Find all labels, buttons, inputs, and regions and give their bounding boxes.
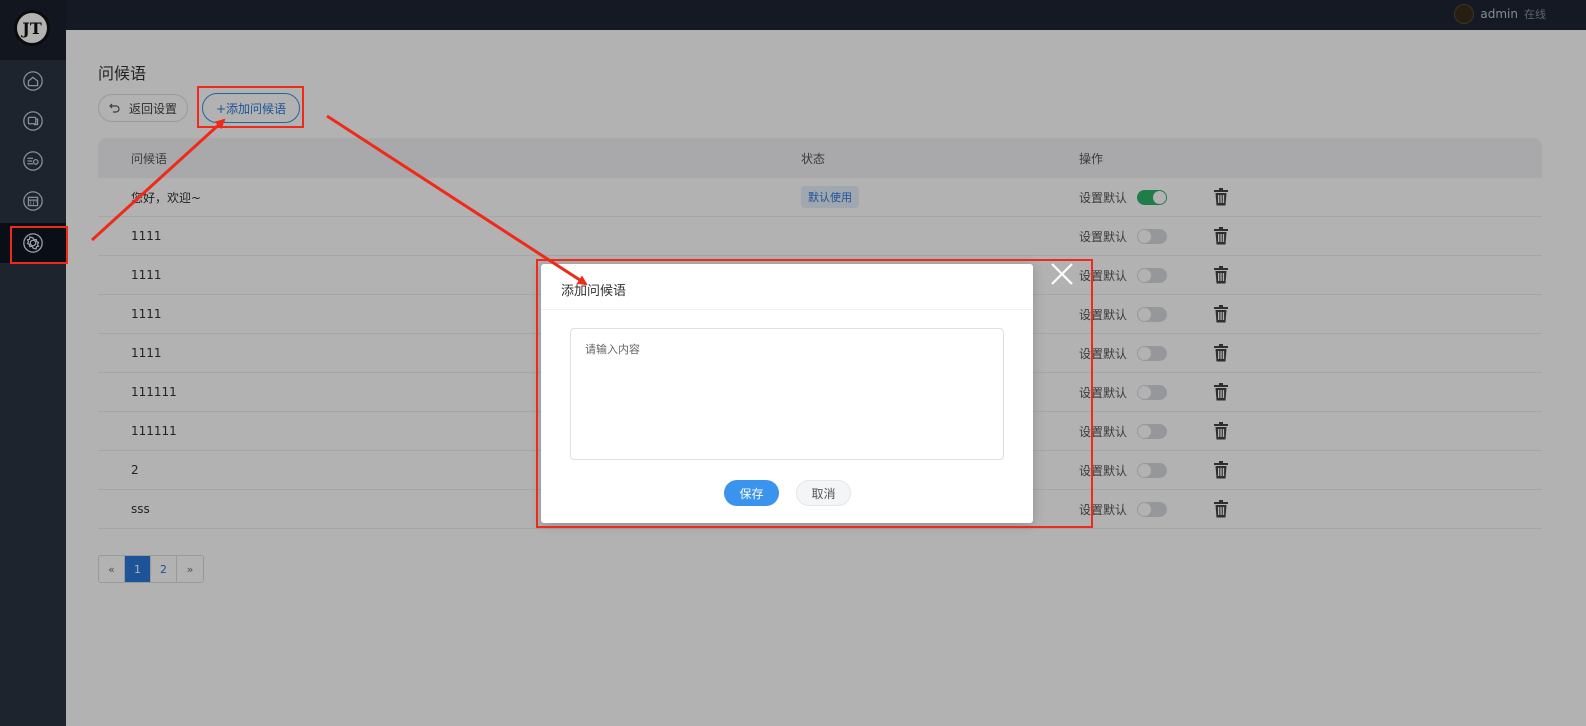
- cancel-button[interactable]: 取消: [796, 480, 851, 506]
- save-button[interactable]: 保存: [724, 480, 779, 506]
- close-icon[interactable]: [1048, 260, 1076, 288]
- add-greeting-dialog: 添加问候语 保存 取消: [541, 264, 1033, 523]
- greeting-content-input[interactable]: [570, 328, 1004, 460]
- dialog-title: 添加问候语: [561, 284, 627, 299]
- dialog-divider: [541, 309, 1033, 310]
